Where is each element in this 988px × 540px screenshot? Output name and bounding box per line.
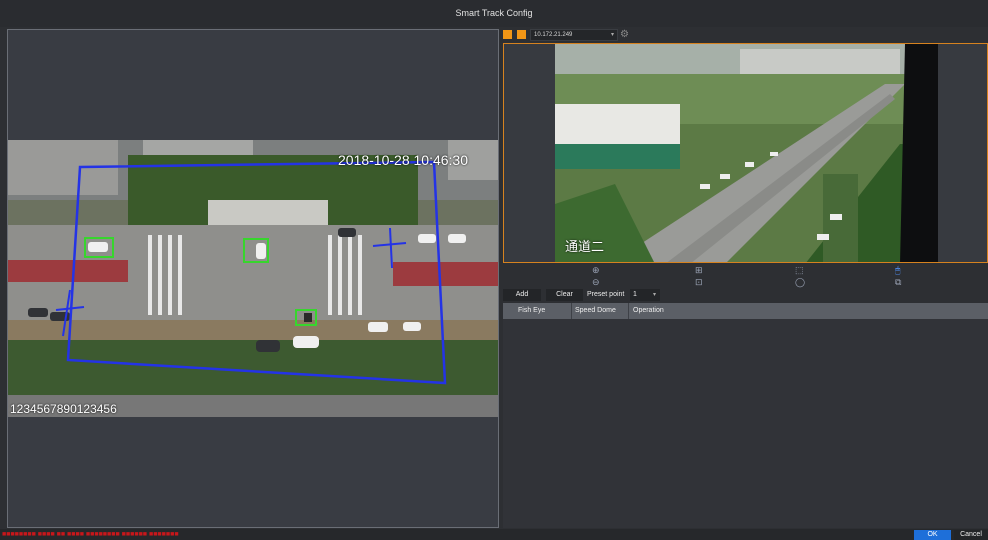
column-header-fish-eye: Fish Eye xyxy=(518,307,546,314)
window-title: Smart Track Config xyxy=(455,8,533,18)
warning-text: ■■■■■■■■ ■■■■ ■■ ■■■■ ■■■■■■■■ ■■■■■■ ■■… xyxy=(2,531,179,538)
zoom-out-icon[interactable]: ⊖ xyxy=(592,277,600,287)
fisheye-panel[interactable]: 2018-10-28 10:46:30 1234567890123456 xyxy=(7,29,499,528)
clear-button[interactable]: Clear xyxy=(546,289,583,301)
column-header-speed-dome: Speed Dome xyxy=(575,307,616,314)
ptz-controls: ⊕ ⊖ ⊞ ⊡ ⬚ ◯ 🖱 ⧉ xyxy=(503,264,988,288)
ok-button[interactable]: OK xyxy=(914,530,951,540)
mouse-icon[interactable]: 🖱 xyxy=(895,265,900,275)
preset-point-value: 1 xyxy=(633,291,637,298)
fisheye-channel-name: 1234567890123456 xyxy=(10,402,117,416)
channel-color-square[interactable] xyxy=(503,30,512,39)
footer-bar: ■■■■■■■■ ■■■■ ■■ ■■■■ ■■■■■■■■ ■■■■■■ ■■… xyxy=(0,529,988,540)
iris-open-icon[interactable]: ⬚ xyxy=(795,265,804,275)
channel-selector-bar: 10.172.21.249 ▾ ⚙ xyxy=(503,29,988,43)
column-header-operation: Operation xyxy=(633,307,664,314)
column-divider xyxy=(571,303,572,319)
focus-near-icon[interactable]: ⊞ xyxy=(695,265,703,275)
preset-point-label: Preset point xyxy=(587,291,625,298)
fisheye-video[interactable]: 2018-10-28 10:46:30 1234567890123456 xyxy=(8,140,498,417)
focus-far-icon[interactable]: ⊡ xyxy=(695,277,703,287)
speed-dome-view[interactable]: 通道二 xyxy=(503,43,988,263)
track-icon[interactable]: ⧉ xyxy=(895,277,901,287)
column-divider xyxy=(628,303,629,319)
zoom-in-icon[interactable]: ⊕ xyxy=(592,265,600,275)
title-bar: Smart Track Config xyxy=(0,0,988,27)
fisheye-scene xyxy=(8,140,498,417)
ip-select[interactable]: 10.172.21.249 ▾ xyxy=(530,29,618,41)
preset-toolbar: Add Clear Preset point 1 ▾ xyxy=(503,289,988,301)
ip-select-value: 10.172.21.249 xyxy=(534,32,573,38)
speed-dome-osd: 通道二 xyxy=(565,239,605,254)
speed-dome-video[interactable]: 通道二 xyxy=(555,44,938,262)
iris-close-icon[interactable]: ◯ xyxy=(795,277,805,287)
table-body xyxy=(503,319,988,528)
table-header: Fish Eye Speed Dome Operation xyxy=(503,303,988,319)
gear-icon[interactable]: ⚙ xyxy=(620,29,629,40)
chevron-down-icon: ▾ xyxy=(610,32,614,38)
add-button[interactable]: Add xyxy=(503,289,541,301)
speed-dome-scene xyxy=(555,44,938,262)
preset-point-select[interactable]: 1 ▾ xyxy=(630,289,660,301)
cancel-button[interactable]: Cancel xyxy=(954,530,988,540)
fisheye-timestamp: 2018-10-28 10:46:30 xyxy=(338,152,468,168)
device-status-square xyxy=(517,30,526,39)
chevron-down-icon: ▾ xyxy=(652,292,656,298)
